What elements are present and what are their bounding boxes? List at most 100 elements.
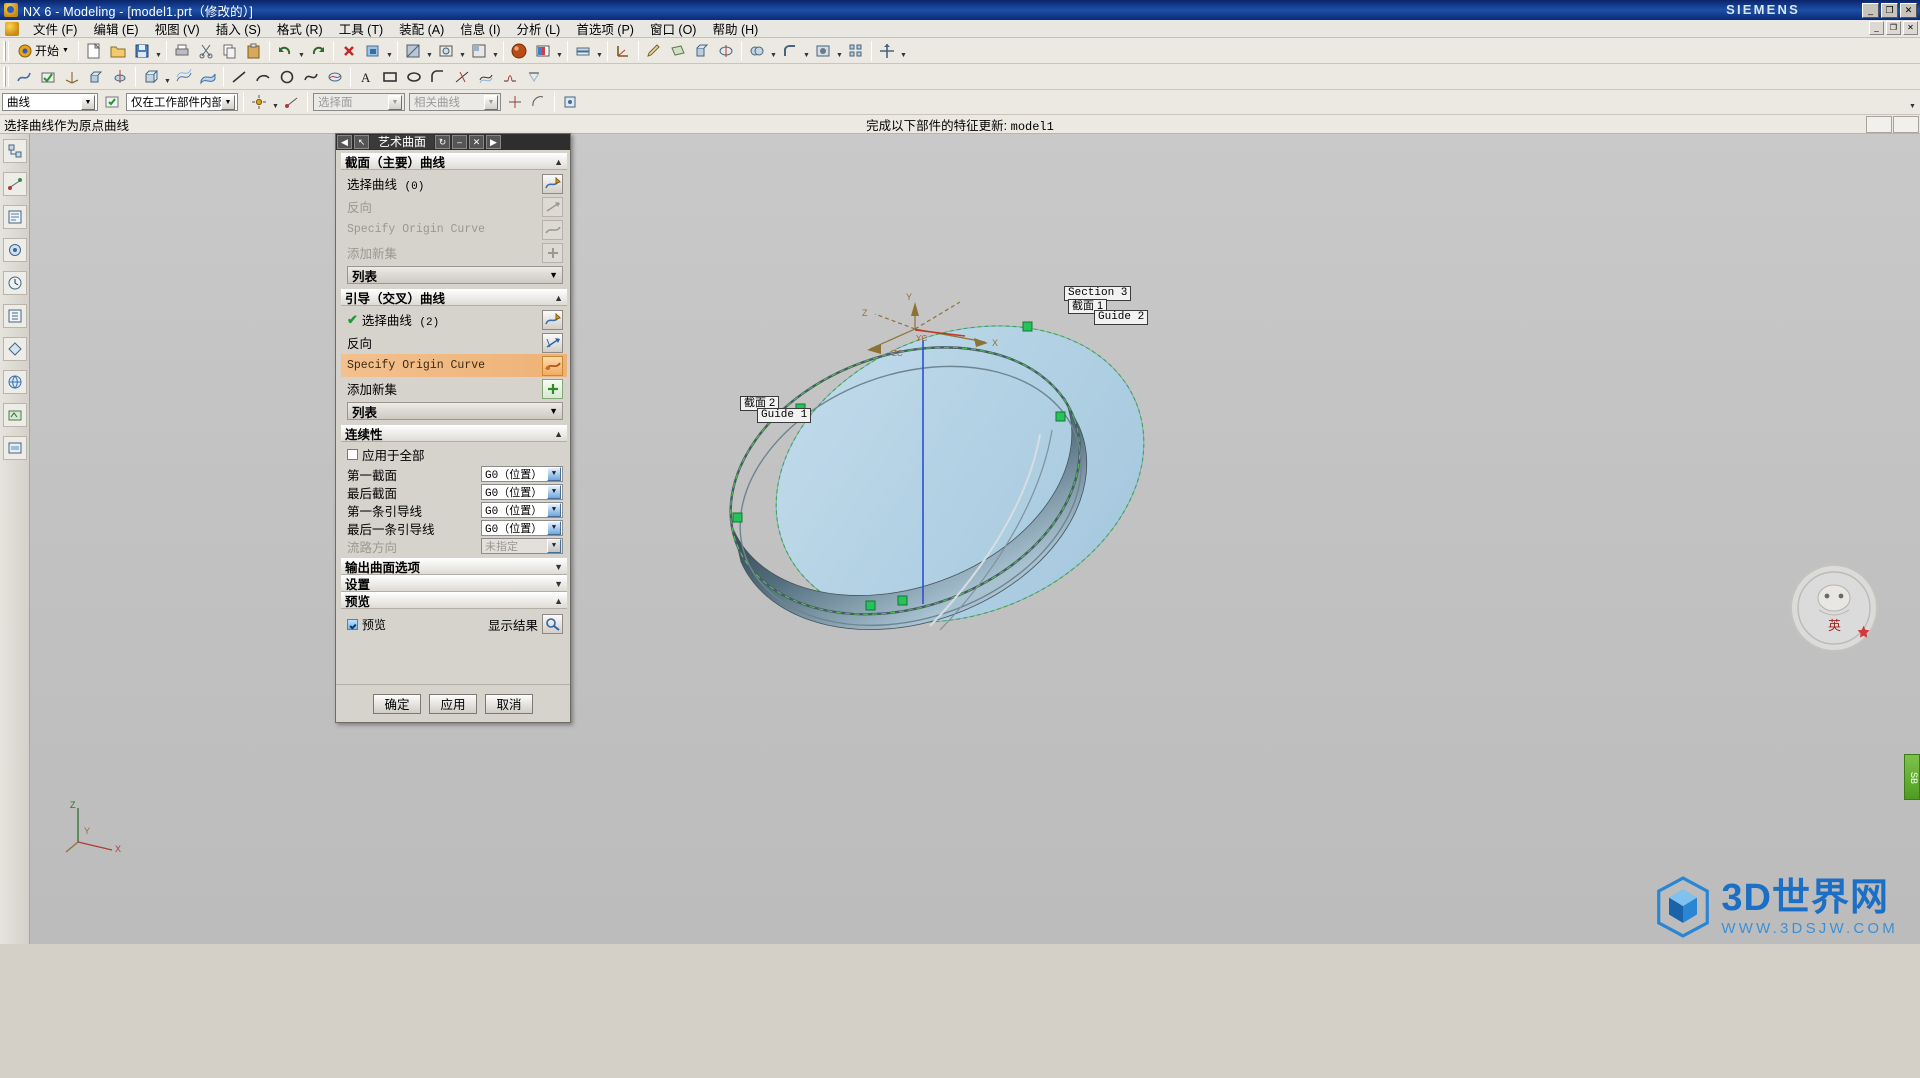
select-curve-icon[interactable] [542,173,563,194]
dialog-forward-button[interactable]: ▶ [486,135,502,149]
curve-rule-combo[interactable]: 相关曲线 ▼ [409,93,501,111]
roles-icon[interactable] [2,304,27,328]
shaded-view-dropdown-arrow[interactable]: ▼ [425,40,434,62]
history-icon[interactable] [2,271,27,295]
offset-curve-icon[interactable] [475,66,497,88]
menu-file[interactable]: 文件 (F) [25,18,85,39]
project-curve-icon[interactable] [523,66,545,88]
list-primary-curves[interactable]: 列表 ▼ [347,266,563,284]
sketch-icon[interactable] [13,66,35,88]
finish-sketch-icon[interactable] [37,66,59,88]
toolbar-grip[interactable] [3,40,9,61]
extrude-icon[interactable] [691,40,713,62]
menu-tools[interactable]: 工具 (T) [331,18,391,39]
dialog-close-button[interactable]: ✕ [469,135,485,149]
stop-at-intersection-icon[interactable] [504,91,526,113]
row-preview-toggle[interactable]: 预览 显示结果 [341,611,567,637]
row-last-section[interactable]: 最后截面 G0（位置） ▼ [341,483,567,501]
pattern-icon[interactable] [845,40,867,62]
last-section-combo[interactable]: G0（位置） ▼ [481,484,563,500]
selection-toolbar-overflow-arrow[interactable]: ▼ [1909,91,1920,113]
row-first-section[interactable]: 第一截面 G0（位置） ▼ [341,465,567,483]
section-header-primary-curves[interactable]: 截面（主要）曲线 ▲ [341,153,567,170]
window-close-button[interactable]: ✕ [1900,3,1917,18]
menu-window[interactable]: 窗口 (O) [642,18,705,39]
first-guide-combo[interactable]: G0（位置） ▼ [481,502,563,518]
view-orientation-icon[interactable] [468,40,490,62]
open-file-icon[interactable] [107,40,129,62]
assembly-navigator-icon[interactable] [2,139,27,163]
section-header-preview[interactable]: 预览 ▲ [341,592,567,609]
follow-fillet-icon[interactable] [528,91,550,113]
new-file-icon[interactable] [83,40,105,62]
undo-icon[interactable] [274,40,296,62]
block-dropdown-arrow[interactable]: ▼ [163,66,172,88]
preview-checkbox[interactable] [347,618,358,630]
shaded-view-icon[interactable] [402,40,424,62]
through-curves-icon[interactable] [173,66,195,88]
dialog-titlebar[interactable]: ◀ ↖ 艺术曲面 ↻ – ✕ ▶ [336,134,570,150]
chevron-down-icon[interactable]: ▼ [547,485,561,499]
delete-icon[interactable] [338,40,360,62]
magnifier-icon[interactable] [542,614,563,634]
dialog-back-button[interactable]: ◀ [337,135,352,149]
studio-surface-icon[interactable] [197,66,219,88]
rectangle-icon[interactable] [379,66,401,88]
curve-rule-arrow[interactable]: ▼ [484,94,498,110]
redo-icon[interactable] [307,40,329,62]
sketch-in-task-icon[interactable] [643,40,665,62]
row-specify-origin-curve-guide[interactable]: Specify Origin Curve [341,354,567,377]
blend-dropdown-arrow[interactable]: ▼ [802,40,811,62]
window-minimize-button[interactable]: _ [1862,3,1879,18]
menu-edit[interactable]: 编辑 (E) [85,18,146,39]
mdi-close-button[interactable]: ✕ [1903,21,1918,35]
start-menu-button[interactable]: 开始 ▼ [13,40,74,62]
object-display-icon[interactable] [362,40,384,62]
object-display-dropdown-arrow[interactable]: ▼ [385,40,394,62]
mdi-minimize-button[interactable]: _ [1869,21,1884,35]
dialog-reset-button[interactable]: ↻ [435,135,451,149]
window-maximize-button[interactable]: ❐ [1881,3,1898,18]
fillet-curve-icon[interactable] [427,66,449,88]
artistic-surface-dialog[interactable]: ◀ ↖ 艺术曲面 ↻ – ✕ ▶ 截面（主要）曲线 ▲ 选择曲线 (0) 反向 … [335,133,571,723]
menu-analysis[interactable]: 分析 (L) [509,18,569,39]
menu-insert[interactable]: 插入 (S) [208,18,269,39]
color-palette-icon[interactable] [532,40,554,62]
line-icon[interactable] [228,66,250,88]
move-object-icon[interactable] [876,40,898,62]
hd3d-tools-icon[interactable] [2,403,27,427]
row-apply-to-all[interactable]: 应用于全部 [341,444,567,465]
spline-icon[interactable] [300,66,322,88]
select-curve-icon[interactable] [542,309,563,330]
chevron-down-icon[interactable]: ▼ [547,503,561,517]
constraint-navigator-icon[interactable] [2,172,27,196]
fit-view-icon[interactable] [435,40,457,62]
selection-scope-combo[interactable]: 仅在工作部件内部 ▼ [126,93,238,111]
graphics-viewport[interactable]: Y X Z YC ZC Section 3 截面 1 Guide 2 截面 2 … [30,134,1920,944]
web-browser-icon[interactable] [2,370,27,394]
block-icon[interactable] [140,66,162,88]
text-icon[interactable]: A [355,66,377,88]
copy-icon[interactable] [219,40,241,62]
revolve-icon[interactable] [715,40,737,62]
curve-type-filter[interactable]: 曲线 ▼ [2,93,98,111]
list-guide-curves[interactable]: 列表 ▼ [347,402,563,420]
trim-curve-icon[interactable] [451,66,473,88]
paste-icon[interactable] [243,40,265,62]
system-materials-icon[interactable] [2,337,27,361]
print-icon[interactable] [171,40,193,62]
section-header-settings[interactable]: 设置 ▼ [341,575,567,592]
menu-view[interactable]: 视图 (V) [147,18,208,39]
fit-view-dropdown-arrow[interactable]: ▼ [458,40,467,62]
menu-assemblies[interactable]: 装配 (A) [391,18,452,39]
selection-scope-icon[interactable] [101,91,123,113]
menu-format[interactable]: 格式 (R) [269,18,331,39]
row-select-curve-guide[interactable]: ✔ 选择曲线 (2) [341,308,567,331]
edge-blend-icon[interactable] [779,40,801,62]
view-orientation-dropdown-arrow[interactable]: ▼ [491,40,500,62]
cut-icon[interactable] [195,40,217,62]
snap-toggle-icon[interactable] [281,91,303,113]
ok-button[interactable]: 确定 [373,693,421,714]
snap-point-dropdown-arrow[interactable]: ▼ [271,91,280,113]
extrude2-icon[interactable] [85,66,107,88]
